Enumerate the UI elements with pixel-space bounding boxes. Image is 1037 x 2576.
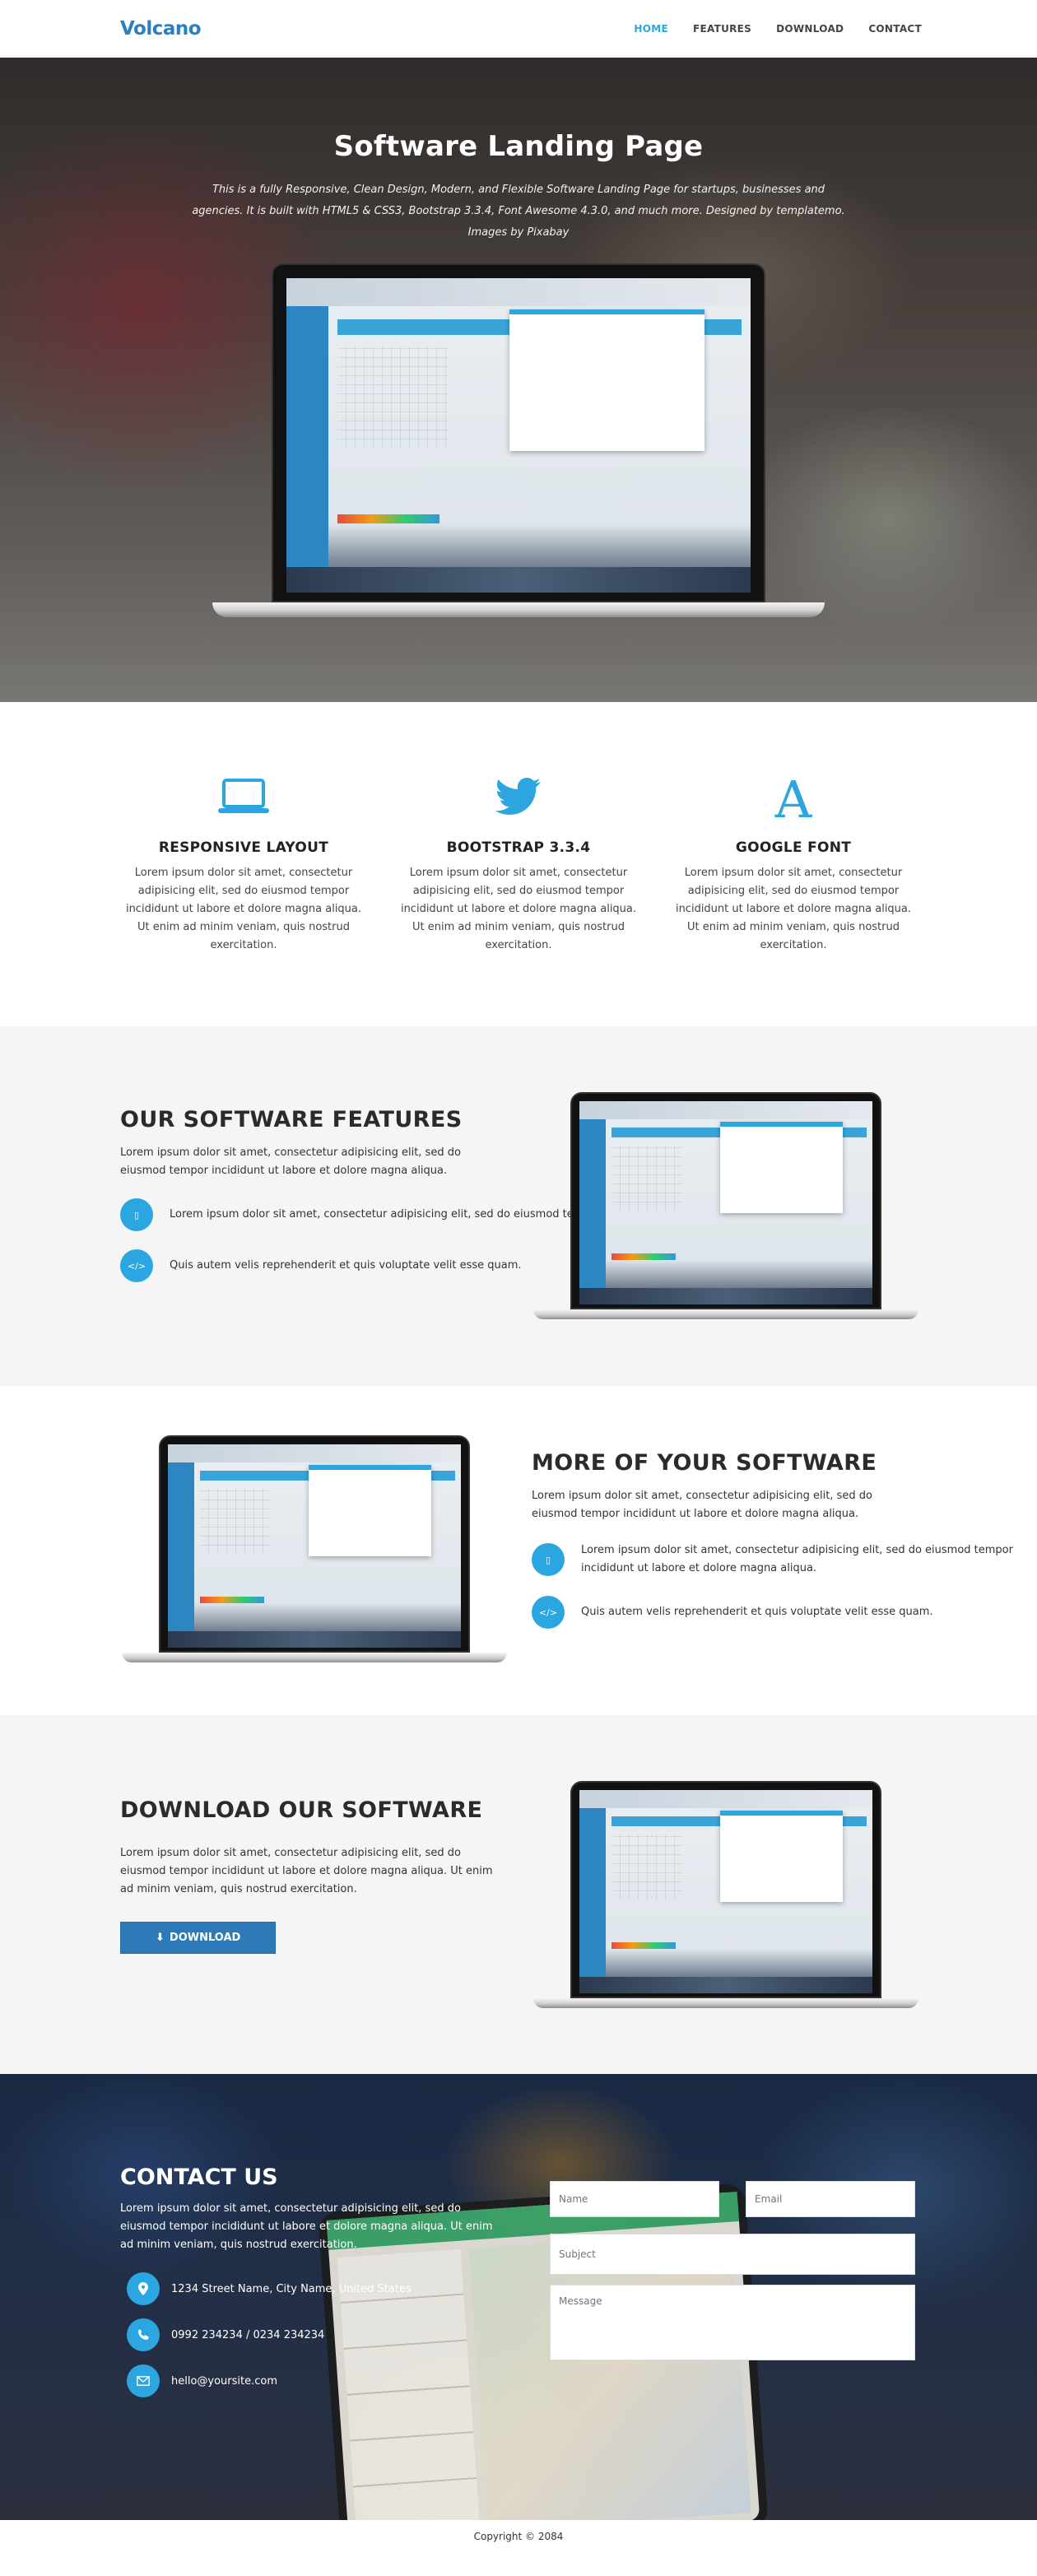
code-icon: </> <box>120 1249 153 1282</box>
logo[interactable]: Volcano <box>120 18 202 40</box>
email-text[interactable]: hello@yoursite.com <box>171 2375 277 2388</box>
footer: Copyright © 2084 <box>0 2520 1037 2552</box>
svg-text:A: A <box>774 773 813 821</box>
feature-point-text: Quis autem velis reprehenderit et quis v… <box>581 1606 933 1618</box>
code-icon: </> <box>532 1596 565 1629</box>
copyright-text: Copyright © 2084 <box>473 2530 564 2542</box>
feature-title: BOOTSTRAP 3.3.4 <box>446 839 591 856</box>
contact-section: CONTACT US Lorem ipsum dolor sit amet, c… <box>0 2074 1037 2520</box>
feature-point-text: Quis autem velis reprehenderit et quis v… <box>170 1259 522 1272</box>
hero-laptop-image <box>212 263 825 625</box>
hero-section: Software Landing Page This is a fully Re… <box>0 58 1037 702</box>
font-icon: A <box>671 772 916 821</box>
feature-point-text: Lorem ipsum dolor sit amet, consectetur … <box>581 1544 1013 1574</box>
more-software-section: MORE OF YOUR SOFTWARE Lorem ipsum dolor … <box>0 1386 1037 1715</box>
message-textarea[interactable] <box>550 2285 915 2360</box>
contact-info: CONTACT US Lorem ipsum dolor sit amet, c… <box>120 2164 507 2397</box>
nav-item-home[interactable]: HOME <box>634 23 668 35</box>
phone-text: 0992 234234 / 0234 234234 <box>171 2328 325 2341</box>
section-title: DOWNLOAD OUR SOFTWARE <box>120 1797 483 1823</box>
software-features-section: OUR SOFTWARE FEATURES Lorem ipsum dolor … <box>0 1026 1037 1386</box>
laptop-image <box>533 1781 918 2011</box>
navbar: Volcano HOME FEATURES DOWNLOAD CONTACT <box>0 0 1037 58</box>
download-button[interactable]: ⬇ DOWNLOAD <box>120 1922 277 1954</box>
email-input[interactable] <box>746 2181 915 2217</box>
hero-subtitle: This is a fully Responsive, Clean Design… <box>192 184 845 239</box>
feature-responsive: RESPONSIVE LAYOUT Lorem ipsum dolor sit … <box>121 772 366 1026</box>
nav-menu: HOME FEATURES DOWNLOAD CONTACT <box>609 23 922 35</box>
section-lead: Lorem ipsum dolor sit amet, consectetur … <box>120 1146 461 1177</box>
section-title: MORE OF YOUR SOFTWARE <box>532 1450 877 1476</box>
subject-input[interactable] <box>550 2234 915 2275</box>
nav-item-contact[interactable]: CONTACT <box>868 23 922 35</box>
feature-bootstrap: BOOTSTRAP 3.3.4 Lorem ipsum dolor sit am… <box>396 772 641 1026</box>
name-input[interactable] <box>550 2181 719 2217</box>
mobile-icon: ▯ <box>532 1543 565 1576</box>
phone-icon <box>127 2318 160 2351</box>
mobile-icon: ▯ <box>120 1198 153 1231</box>
download-icon: ⬇ <box>156 1932 165 1944</box>
envelope-icon <box>127 2364 160 2397</box>
laptop-icon <box>121 772 366 821</box>
nav-item-download[interactable]: DOWNLOAD <box>776 23 844 35</box>
feature-title: RESPONSIVE LAYOUT <box>158 839 329 856</box>
download-button-label: DOWNLOAD <box>169 1932 241 1944</box>
feature-google-font: A GOOGLE FONT Lorem ipsum dolor sit amet… <box>671 772 916 1026</box>
feature-text: Lorem ipsum dolor sit amet, consectetur … <box>400 867 637 951</box>
contact-form <box>550 2181 915 2360</box>
section-lead: Lorem ipsum dolor sit amet, consectetur … <box>532 1490 872 1520</box>
hero-title: Software Landing Page <box>333 130 704 163</box>
contact-phone: 0992 234234 / 0234 234234 <box>120 2318 507 2351</box>
feature-title: GOOGLE FONT <box>735 839 852 856</box>
feature-text: Lorem ipsum dolor sit amet, consectetur … <box>125 867 362 951</box>
twitter-icon <box>396 772 641 821</box>
section-lead: Lorem ipsum dolor sit amet, consectetur … <box>120 1847 493 1895</box>
section-title: CONTACT US <box>120 2164 278 2190</box>
feature-text: Lorem ipsum dolor sit amet, consectetur … <box>675 867 912 951</box>
nav-item-features[interactable]: FEATURES <box>693 23 751 35</box>
address-text: 1234 Street Name, City Name, United Stat… <box>171 2282 412 2295</box>
features-section: RESPONSIVE LAYOUT Lorem ipsum dolor sit … <box>0 702 1037 1026</box>
feature-point: ▯ Lorem ipsum dolor sit amet, consectetu… <box>532 1541 1037 1578</box>
map-marker-icon <box>127 2272 160 2305</box>
download-section: DOWNLOAD OUR SOFTWARE Lorem ipsum dolor … <box>0 1715 1037 2074</box>
feature-point: </> Quis autem velis reprehenderit et qu… <box>532 1596 1037 1629</box>
contact-address: 1234 Street Name, City Name, United Stat… <box>120 2272 507 2305</box>
laptop-image <box>533 1092 918 1323</box>
section-lead: Lorem ipsum dolor sit amet, consectetur … <box>120 2202 493 2251</box>
contact-email: hello@yoursite.com <box>120 2364 507 2397</box>
laptop-image <box>122 1435 507 1666</box>
